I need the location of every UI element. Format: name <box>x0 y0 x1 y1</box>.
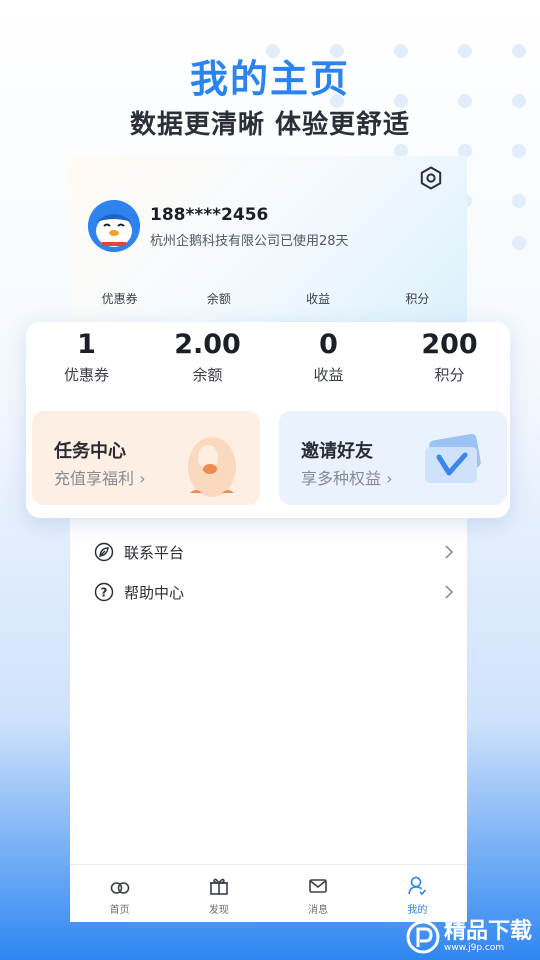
tab-label: 发现 <box>208 905 229 916</box>
user-icon <box>408 876 427 896</box>
stat-label: 积分 <box>434 366 465 384</box>
user-phone: 188****2456 <box>150 205 269 225</box>
mini-label: 收益 <box>306 292 331 306</box>
stat-value: 1 <box>77 329 96 360</box>
tab-label: 首页 <box>109 905 130 916</box>
mini-label: 余额 <box>206 292 231 306</box>
home-icon <box>110 882 129 894</box>
promo-title: 邀请好友 <box>301 441 373 462</box>
promo-subtitle: 充值享福利 › <box>54 469 146 488</box>
ticket-icon <box>425 433 481 483</box>
tab-messages[interactable]: 消息 <box>269 865 368 922</box>
chevron-right-icon <box>445 585 454 599</box>
profile-header: 188****2456 杭州企鹅科技有限公司已使用28天 优惠券 余额 收益 积… <box>70 156 467 326</box>
watermark-text: 精品下载 <box>443 919 532 944</box>
stat-value: 200 <box>421 329 478 360</box>
stats-card: 1 优惠券 2.00 余额 0 收益 200 积分 任务中心 充值享福利 › 邀… <box>26 322 510 518</box>
settings-icon[interactable] <box>419 166 443 190</box>
tab-label: 消息 <box>308 905 329 916</box>
tab-label: 我的 <box>407 905 428 916</box>
stat-value: 2.00 <box>174 329 241 360</box>
gift-icon <box>209 878 228 895</box>
stat-coupons[interactable]: 1 优惠券 <box>26 328 147 385</box>
stat-value: 0 <box>319 329 338 360</box>
mini-label: 优惠券 <box>101 292 138 306</box>
tab-discover[interactable]: 发现 <box>169 865 268 922</box>
tab-home[interactable]: 首页 <box>70 865 169 922</box>
chevron-right-icon <box>445 545 454 559</box>
promo-title: 任务中心 <box>54 441 126 462</box>
svg-text:?: ? <box>101 586 108 600</box>
bottom-tab-bar: 首页 发现 消息 我的 <box>70 864 467 922</box>
stat-points[interactable]: 200 积分 <box>389 328 510 385</box>
promo-subtitle: 数据更清晰 体验更舒适 <box>129 110 411 140</box>
tab-mine[interactable]: 我的 <box>368 865 467 922</box>
task-center-card[interactable]: 任务中心 充值享福利 › <box>32 411 260 505</box>
stat-label: 收益 <box>313 366 344 384</box>
mini-stats-labels: 优惠券 余额 收益 积分 <box>70 290 467 307</box>
mini-label: 积分 <box>405 292 430 306</box>
menu-item-help[interactable]: ? 帮助中心 <box>94 580 454 604</box>
help-icon: ? <box>94 582 114 602</box>
watermark: 精品下载 www.j9p.com <box>406 920 532 954</box>
menu-label: 帮助中心 <box>124 583 185 602</box>
user-company: 杭州企鹅科技有限公司已使用28天 <box>150 234 349 249</box>
stats-row: 1 优惠券 2.00 余额 0 收益 200 积分 <box>26 328 510 385</box>
stat-balance[interactable]: 2.00 余额 <box>147 328 268 385</box>
stat-label: 余额 <box>192 366 223 384</box>
menu-label: 联系平台 <box>124 543 185 562</box>
promo-title: 我的主页 <box>189 57 350 101</box>
promo-subtitle: 享多种权益 › <box>301 469 393 488</box>
egg-mascot-icon <box>188 437 236 497</box>
phone-screen: 188****2456 杭州企鹅科技有限公司已使用28天 优惠券 余额 收益 积… <box>70 156 467 922</box>
leaf-icon <box>94 542 114 562</box>
menu-item-contact[interactable]: 联系平台 <box>94 540 454 564</box>
avatar[interactable] <box>88 200 140 252</box>
stat-label: 优惠券 <box>63 366 109 384</box>
watermark-logo-icon <box>406 920 440 954</box>
watermark-url: www.j9p.com <box>443 943 505 953</box>
mail-icon <box>309 879 327 893</box>
stat-earnings[interactable]: 0 收益 <box>268 328 389 385</box>
invite-friends-card[interactable]: 邀请好友 享多种权益 › <box>279 411 507 505</box>
